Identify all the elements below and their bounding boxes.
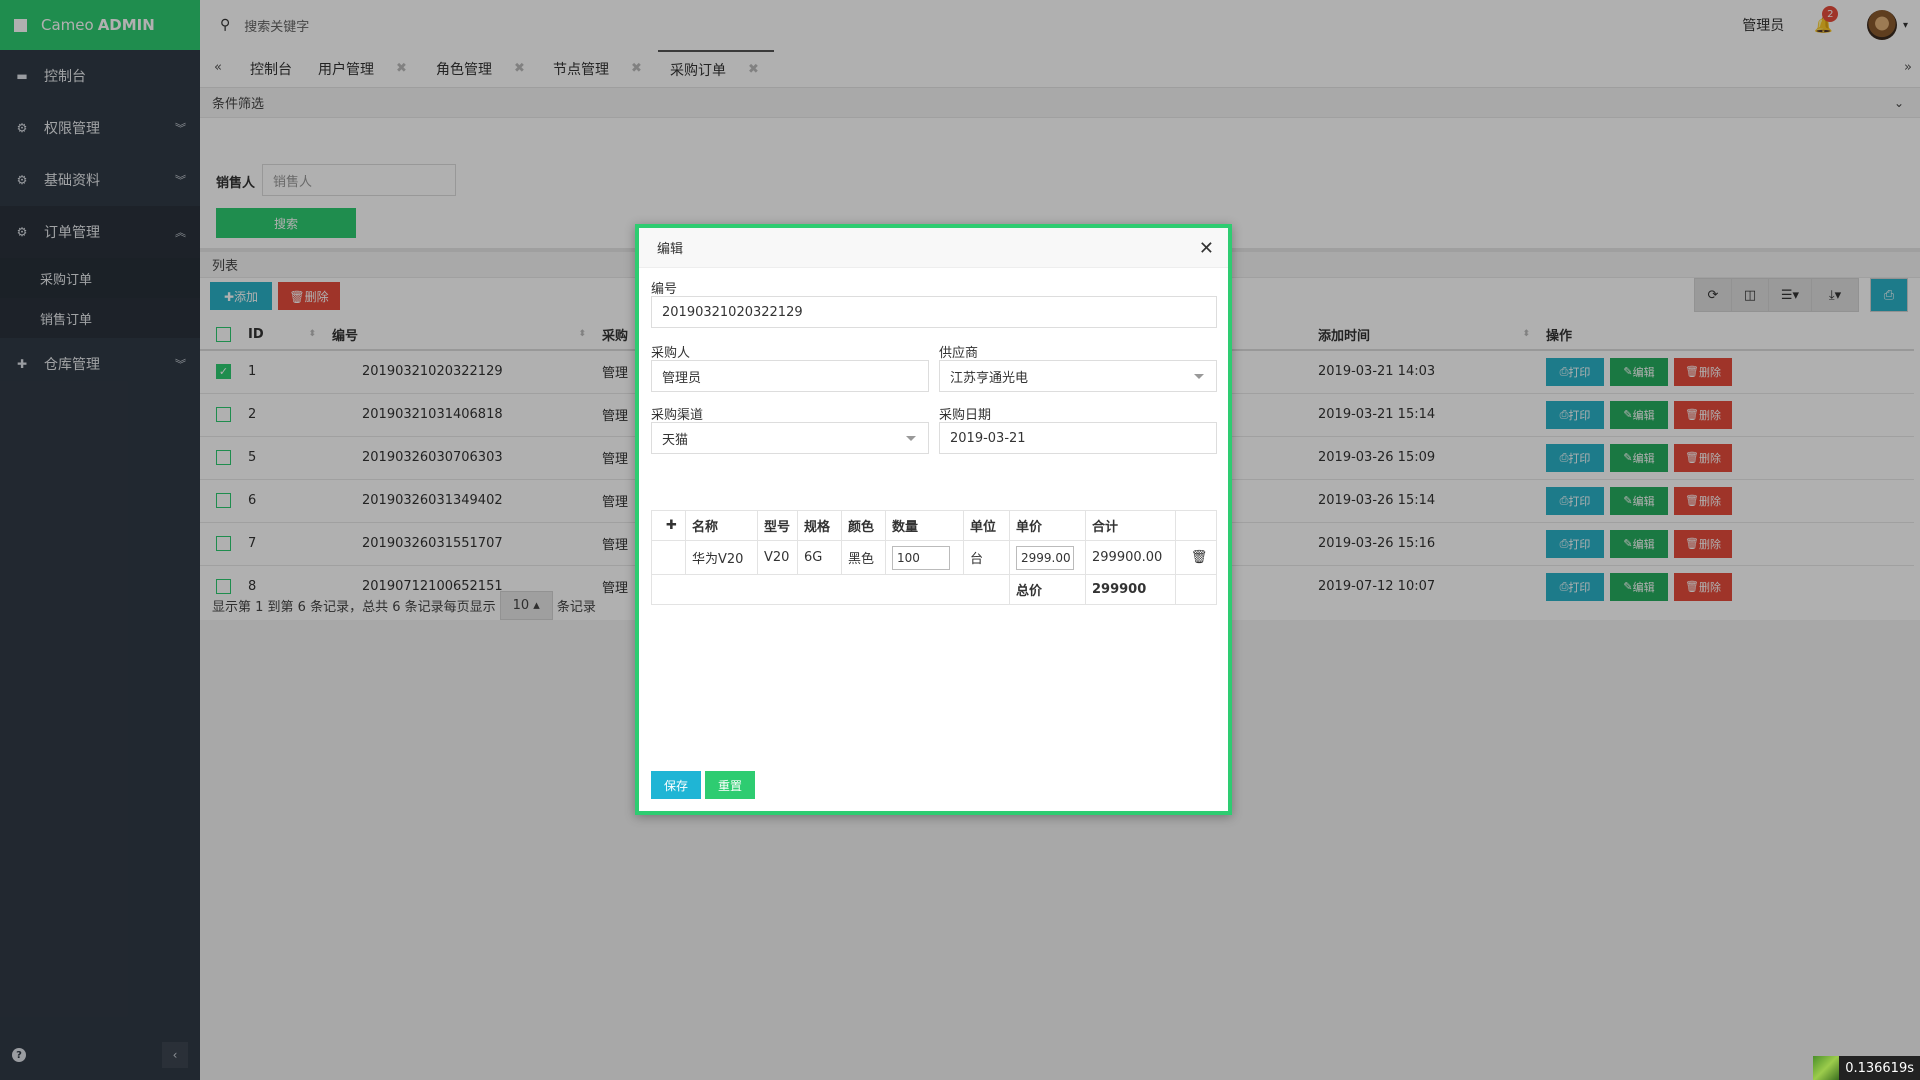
item-header-spec: 规格 [797, 510, 842, 541]
item-model: V20 [757, 540, 798, 575]
item-name: 华为V20 [685, 540, 758, 575]
price-input[interactable]: 2999.00 [1016, 545, 1074, 570]
code-label: 编号 [651, 282, 678, 297]
item-header-color: 颜色 [841, 510, 886, 541]
date-field[interactable]: 2019-03-21 [939, 422, 1217, 454]
buyer-label: 采购人 [651, 346, 691, 361]
timer-text: 0.136619s [1845, 1060, 1914, 1076]
dialog-title: 编辑 [657, 242, 684, 257]
add-item-icon[interactable]: ✚ [651, 510, 686, 541]
item-header-name: 名称 [685, 510, 758, 541]
dropdown-arrow-icon [1194, 374, 1204, 379]
supplier-value: 江苏亨通光电 [950, 370, 1029, 386]
leaf-icon [1813, 1056, 1840, 1080]
total-row-spacer [651, 574, 1010, 605]
item-header-action [1175, 510, 1217, 541]
item-header-unit: 单位 [963, 510, 1010, 541]
dropdown-arrow-icon [906, 436, 916, 441]
channel-value: 天猫 [662, 432, 689, 448]
item-header-total: 合计 [1085, 510, 1176, 541]
date-label: 采购日期 [939, 408, 992, 423]
trash-icon[interactable]: 🗑 [1175, 540, 1217, 575]
reset-button[interactable]: 重置 [705, 771, 755, 799]
total-value: 299900 [1085, 574, 1176, 605]
total-row-end [1175, 574, 1217, 605]
supplier-select[interactable]: 江苏亨通光电 [939, 360, 1217, 392]
timer-badge: 0.136619s [1813, 1056, 1920, 1080]
buyer-field[interactable]: 管理员 [651, 360, 929, 392]
save-button[interactable]: 保存 [651, 771, 701, 799]
items-table: ✚ 名称 型号 规格 颜色 数量 单位 单价 合计 华为V20 V20 6G 黑… [651, 510, 1217, 605]
dialog-footer: 保存 重置 [651, 771, 755, 799]
qty-input[interactable]: 100 [892, 545, 950, 570]
item-spec: 6G [797, 540, 842, 575]
item-header-qty: 数量 [885, 510, 964, 541]
dialog-header: 编辑 ✕ [639, 228, 1228, 268]
channel-select[interactable]: 天猫 [651, 422, 929, 454]
item-row: 华为V20 V20 6G 黑色 100 台 2999.00 299900.00 … [651, 540, 1217, 575]
edit-dialog: 编辑 ✕ 编号 20190321020322129 采购人 管理员 供应商 江苏… [635, 224, 1232, 815]
item-color: 黑色 [841, 540, 886, 575]
item-cell-blank [651, 540, 686, 575]
close-icon[interactable]: ✕ [1199, 238, 1214, 259]
total-label: 总价 [1009, 574, 1086, 605]
item-qty-cell: 100 [885, 540, 964, 575]
item-header-price: 单价 [1009, 510, 1086, 541]
item-header-model: 型号 [757, 510, 798, 541]
item-total: 299900.00 [1085, 540, 1176, 575]
total-row: 总价 299900 [651, 574, 1217, 605]
item-unit: 台 [963, 540, 1010, 575]
code-field[interactable]: 20190321020322129 [651, 296, 1217, 328]
item-price-cell: 2999.00 [1009, 540, 1086, 575]
supplier-label: 供应商 [939, 346, 979, 361]
channel-label: 采购渠道 [651, 408, 704, 423]
